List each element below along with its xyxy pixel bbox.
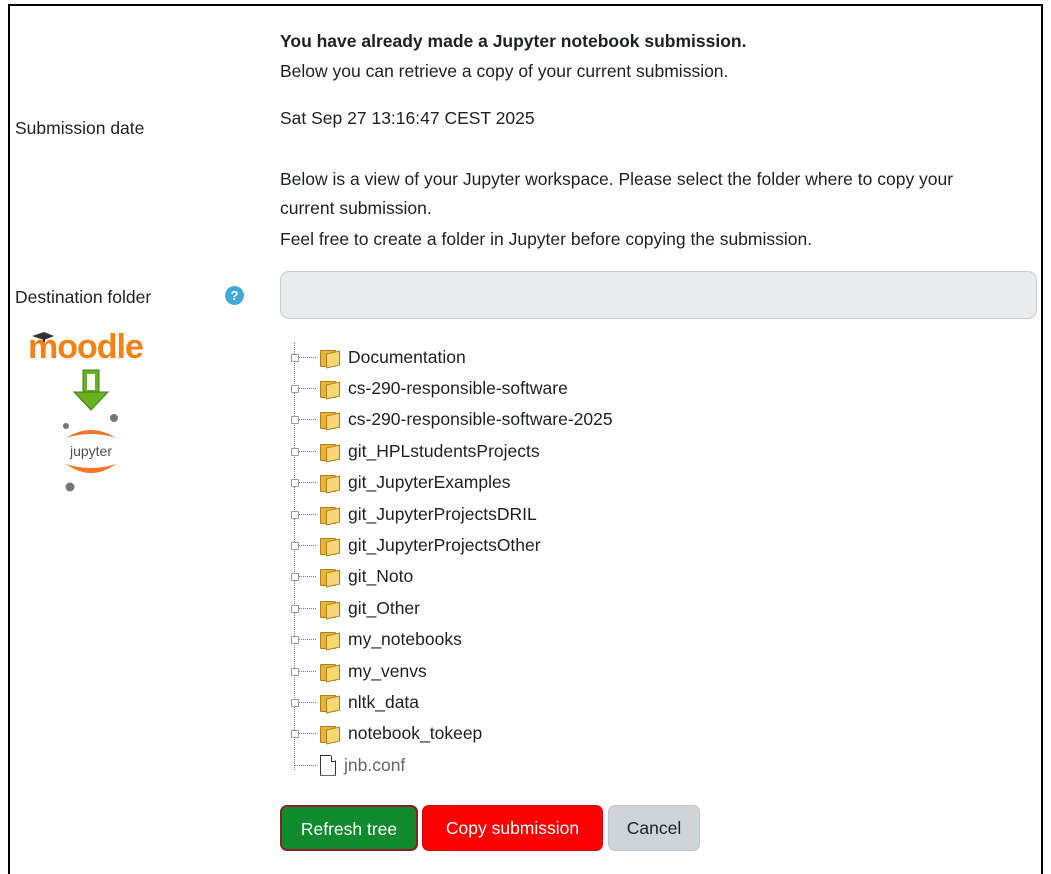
tree-branch-connector[interactable] xyxy=(291,604,316,613)
tree-folder-item[interactable]: git_Noto xyxy=(288,563,413,591)
folder-icon xyxy=(320,537,340,557)
folder-icon xyxy=(320,474,340,494)
cancel-button[interactable]: Cancel xyxy=(608,805,700,851)
folder-icon xyxy=(320,694,340,714)
submission-date-label: Submission date xyxy=(15,118,145,138)
folder-icon xyxy=(320,631,340,651)
folder-icon xyxy=(320,663,340,682)
folder-icon xyxy=(320,380,340,400)
tree-folder-item[interactable]: git_JupyterProjectsOther xyxy=(288,531,541,559)
tree-item-label: git_Other xyxy=(348,597,420,618)
tree-branch-connector[interactable] xyxy=(291,447,316,456)
tree-folder-item[interactable]: git_JupyterExamples xyxy=(288,469,510,497)
tree-branch-connector[interactable] xyxy=(291,573,316,582)
tree-item-label: Documentation xyxy=(348,346,466,367)
folder-icon xyxy=(320,349,340,368)
tree-folder-item[interactable]: git_Other xyxy=(288,594,420,622)
tree-branch-connector[interactable] xyxy=(291,667,316,676)
tree-item-label: git_HPLstudentsProjects xyxy=(348,440,540,461)
page-title: You have already made a Jupyter notebook… xyxy=(280,31,747,51)
tree-item-label: my_notebooks xyxy=(348,629,462,650)
refresh-tree-button[interactable]: Refresh tree xyxy=(280,805,418,851)
page-subtitle: Below you can retrieve a copy of your cu… xyxy=(280,61,729,81)
tree-folder-item[interactable]: git_HPLstudentsProjects xyxy=(288,437,540,465)
jupyter-logo-icon: jupyter xyxy=(63,414,118,492)
tree-folder-item[interactable]: notebook_tokeep xyxy=(288,720,482,748)
file-icon xyxy=(320,754,336,776)
destination-folder-input[interactable] xyxy=(280,271,1037,319)
tree-folder-item[interactable]: cs-290-responsible-software-2025 xyxy=(288,406,613,434)
tree-branch-connector[interactable] xyxy=(291,384,316,393)
tree-folder-item[interactable]: my_notebooks xyxy=(288,626,462,654)
tree-branch-connector[interactable] xyxy=(291,730,316,739)
tree-branch-connector[interactable] xyxy=(291,636,316,645)
folder-icon xyxy=(320,506,340,525)
tree-item-label: my_venvs xyxy=(348,660,427,681)
instructions-line-3: Feel free to create a folder in Jupyter … xyxy=(280,229,813,249)
help-icon[interactable]: ? xyxy=(225,286,244,305)
tree-folder-item[interactable]: my_venvs xyxy=(288,657,427,685)
moodle-jupyter-logo: moodle jupyter xyxy=(28,328,163,495)
folder-icon xyxy=(320,725,340,745)
tree-item-label: git_JupyterProjectsDRIL xyxy=(348,503,537,524)
tree-folder-item[interactable]: nltk_data xyxy=(288,688,419,716)
folder-icon xyxy=(320,443,340,463)
tree-branch-connector[interactable] xyxy=(291,510,316,519)
tree-item-label: notebook_tokeep xyxy=(348,723,483,744)
jupyter-wordmark: jupyter xyxy=(69,443,112,459)
moodle-to-jupyter-icon: moodle jupyter xyxy=(28,328,144,492)
arrow-down-icon xyxy=(72,369,110,411)
tree-item-label: git_JupyterExamples xyxy=(348,472,511,493)
tree-branch-connector[interactable] xyxy=(291,353,316,362)
tree-folder-item[interactable]: git_JupyterProjectsDRIL xyxy=(288,500,537,528)
tree-item-label: git_JupyterProjectsOther xyxy=(348,534,541,555)
tree-file-item[interactable]: jnb.conf xyxy=(288,751,405,779)
tree-item-label: cs-290-responsible-software-2025 xyxy=(348,409,613,430)
tree-branch-connector[interactable] xyxy=(291,479,316,488)
tree-branch-connector[interactable] xyxy=(291,541,316,550)
tree-item-label: git_Noto xyxy=(348,566,414,587)
tree-folder-item[interactable]: Documentation xyxy=(288,343,466,371)
tree-item-label: cs-290-responsible-software xyxy=(348,377,568,398)
destination-folder-label: Destination folder xyxy=(15,287,152,307)
tree-branch-connector[interactable] xyxy=(294,764,316,766)
tree-item-label: nltk_data xyxy=(348,691,420,712)
tree-item-label: jnb.conf xyxy=(344,754,406,775)
folder-icon xyxy=(320,568,340,588)
folder-icon xyxy=(320,411,340,431)
copy-submission-button[interactable]: Copy submission xyxy=(422,805,603,851)
instructions-line-2: current submission. xyxy=(280,198,432,218)
tree-branch-connector[interactable] xyxy=(291,698,316,707)
submission-date-value: Sat Sep 27 13:16:47 CEST 2025 xyxy=(280,108,535,128)
instructions-line-1: Below is a view of your Jupyter workspac… xyxy=(280,169,954,189)
folder-icon xyxy=(320,600,340,620)
tree-branch-connector[interactable] xyxy=(291,416,316,425)
tree-folder-item[interactable]: cs-290-responsible-software xyxy=(288,374,568,402)
